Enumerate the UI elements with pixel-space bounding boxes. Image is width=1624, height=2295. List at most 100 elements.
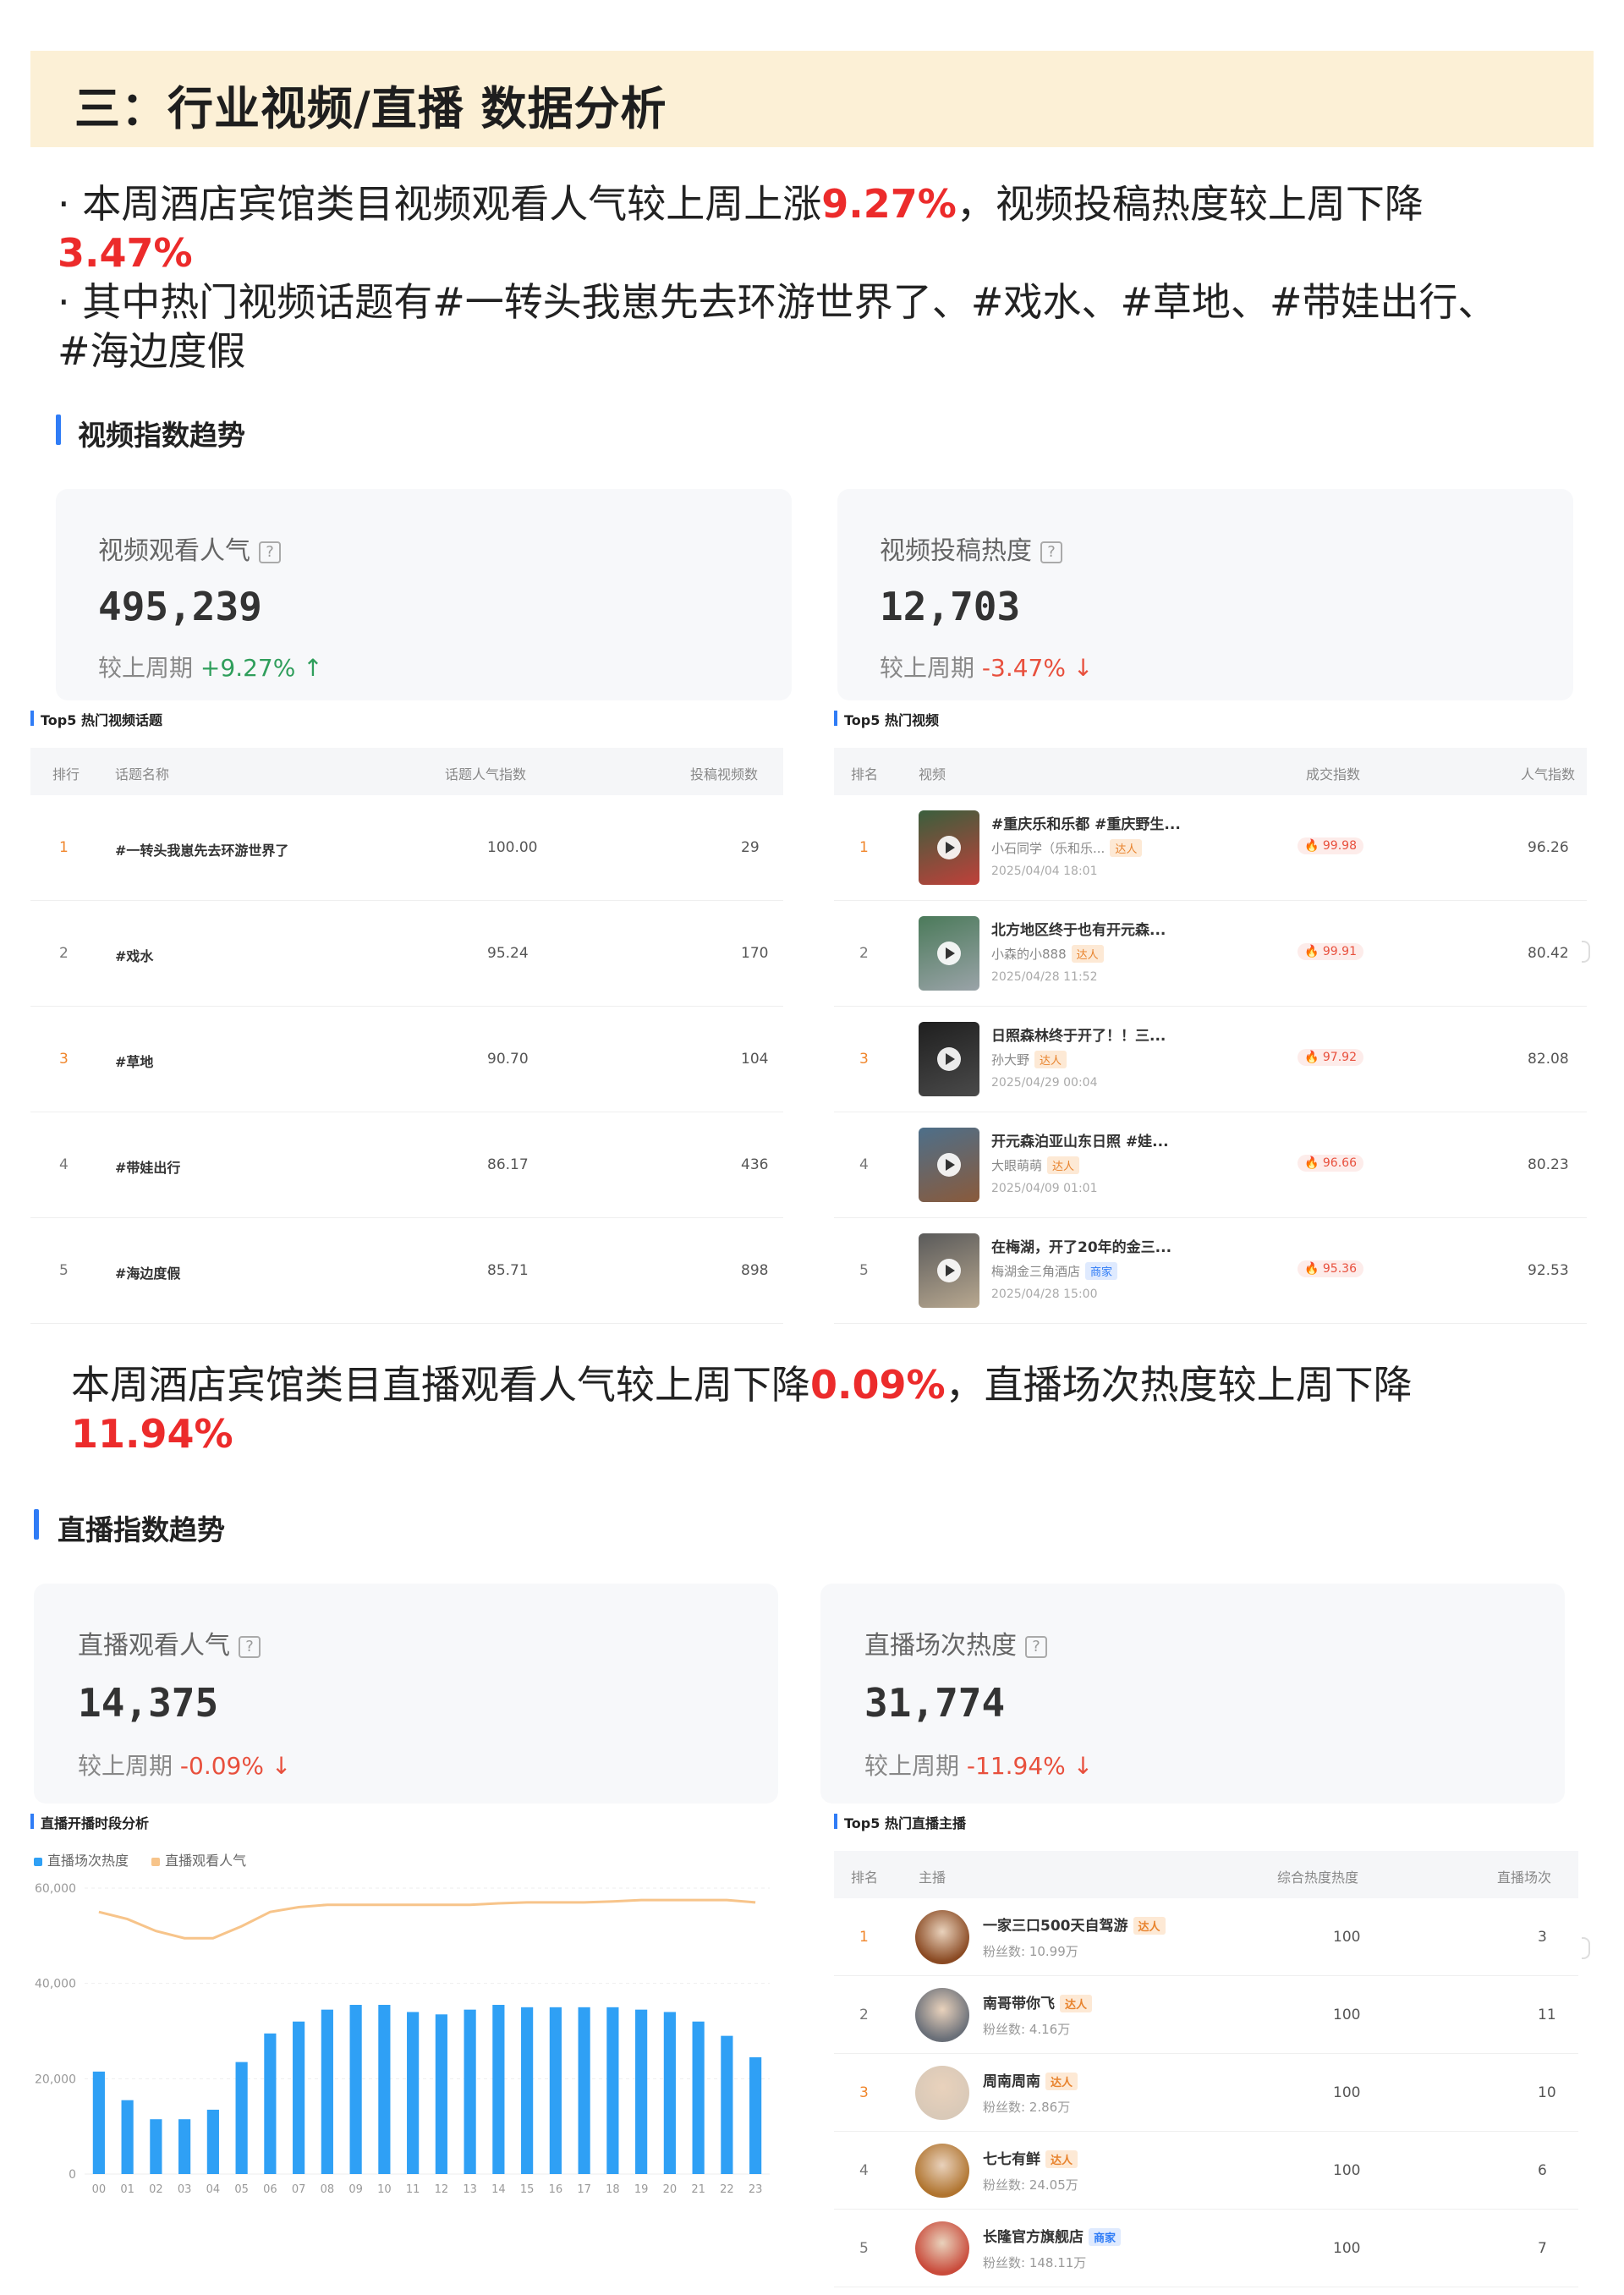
- scroll-handle[interactable]: [1582, 1937, 1590, 1959]
- table-row[interactable]: 5 在梅湖，开了20年的金三... 梅湖金三角酒店 商家 2025/04/28 15:0…: [834, 1218, 1587, 1324]
- x-tick-label: 09: [348, 2183, 363, 2196]
- play-icon[interactable]: [937, 836, 961, 859]
- anchor-sessions: 7: [1538, 2240, 1547, 2257]
- popularity-index: 92.53: [1528, 1262, 1569, 1279]
- x-tick-label: 21: [691, 2183, 705, 2196]
- arrow-down-icon: ↓: [1073, 1752, 1094, 1780]
- video-thumbnail[interactable]: [919, 916, 979, 991]
- arrow-up-icon: ↑: [303, 654, 323, 682]
- anchor-fans: 粉丝数: 148.11万: [983, 2255, 1087, 2270]
- anchor-fans: 粉丝数: 4.16万: [983, 2022, 1071, 2037]
- bar: [635, 2009, 648, 2174]
- topic-index: 95.24: [487, 945, 529, 962]
- rank-cell: 2: [59, 945, 69, 962]
- video-title[interactable]: #重庆乐和乐都 #重庆野生...: [991, 812, 1181, 833]
- avatar[interactable]: [915, 2221, 969, 2276]
- chart-accent-bar: [30, 1814, 34, 1829]
- author-badge: 达人: [1034, 1051, 1067, 1068]
- rank-cell: 5: [59, 1262, 69, 1279]
- video-thumbnail[interactable]: [919, 1233, 979, 1308]
- help-icon[interactable]: ?: [239, 1635, 261, 1658]
- anchor-name[interactable]: 七七有鲜 达人: [983, 2147, 1078, 2168]
- video-thumbnail[interactable]: [919, 810, 979, 885]
- video-title[interactable]: 在梅湖，开了20年的金三...: [991, 1235, 1171, 1256]
- arrow-down-icon: ↓: [1073, 654, 1094, 682]
- help-icon[interactable]: ?: [1040, 541, 1062, 563]
- help-icon[interactable]: ?: [1025, 1635, 1047, 1658]
- scroll-handle[interactable]: [1582, 941, 1590, 963]
- table-row[interactable]: 4 七七有鲜 达人 粉丝数: 24.05万 100 6: [834, 2132, 1578, 2210]
- play-icon[interactable]: [937, 1153, 961, 1177]
- bar: [749, 2056, 762, 2174]
- avatar[interactable]: [915, 1988, 969, 2042]
- card-label: 视频观看人气?: [98, 530, 281, 567]
- bar: [121, 2100, 134, 2174]
- x-tick-label: 03: [178, 2183, 192, 2196]
- play-icon[interactable]: [937, 942, 961, 965]
- legend-label-line: 直播观看人气: [165, 1853, 247, 1869]
- x-tick-label: 00: [92, 2183, 107, 2196]
- rank-cell: 5: [859, 2240, 869, 2257]
- avatar[interactable]: [915, 1910, 969, 1964]
- video-title[interactable]: 开元森泊亚山东日照 #娃...: [991, 1129, 1169, 1150]
- anchors-table-title: Top5 热门直播主播: [844, 1815, 966, 1831]
- topic-count: 104: [741, 1051, 769, 1068]
- topic-count: 29: [741, 839, 760, 856]
- deal-index: 95.36: [1322, 1262, 1357, 1276]
- fire-icon: 🔥: [1304, 1262, 1323, 1276]
- x-tick-label: 07: [292, 2183, 306, 2196]
- table-row[interactable]: 1 #重庆乐和乐都 #重庆野生... 小石同学（乐和乐... 达人 2025/04/04…: [834, 795, 1587, 901]
- help-icon[interactable]: ?: [259, 541, 281, 563]
- legend-swatch-line: [151, 1857, 161, 1866]
- video-title[interactable]: 北方地区终于也有开元森...: [991, 918, 1166, 939]
- video-title[interactable]: 日照森林终于开了！！三...: [991, 1024, 1166, 1045]
- bar: [264, 2033, 277, 2174]
- anchor-name[interactable]: 长隆官方旗舰店 商家: [983, 2225, 1122, 2246]
- table-row[interactable]: 2 #戏水 95.24 170: [30, 901, 783, 1007]
- topics-table-header: 排行 话题名称 话题人气指数 投稿视频数: [30, 748, 783, 795]
- x-tick-label: 20: [663, 2183, 678, 2196]
- legend-label-bars: 直播场次热度: [47, 1853, 129, 1869]
- rank-cell: 3: [859, 2084, 869, 2101]
- anchor-badge: 商家: [1089, 2228, 1122, 2246]
- table-row[interactable]: 3 #草地 90.70 104: [30, 1007, 783, 1112]
- table-row[interactable]: 3 日照森林终于开了！！三... 孙大野 达人 2025/04/29 00:04 🔥 97…: [834, 1007, 1587, 1112]
- anchor-name[interactable]: 南哥带你飞 达人: [983, 1991, 1093, 2012]
- play-icon[interactable]: [937, 1047, 961, 1071]
- author-badge: 达人: [1110, 839, 1143, 857]
- video-date: 2025/04/04 18:01: [991, 865, 1098, 878]
- table-row[interactable]: 4 开元森泊亚山东日照 #娃... 大眼萌萌 达人 2025/04/09 01:01 🔥 …: [834, 1112, 1587, 1218]
- x-tick-label: 23: [749, 2183, 763, 2196]
- deal-index: 97.92: [1322, 1051, 1357, 1064]
- card-label: 直播场次热度?: [864, 1624, 1047, 1661]
- play-icon[interactable]: [937, 1259, 961, 1282]
- popularity-index: 80.42: [1528, 945, 1569, 962]
- x-tick-label: 13: [463, 2183, 477, 2196]
- table-row[interactable]: 1 一家三口500天自驾游 达人 粉丝数: 10.99万 100 3: [834, 1898, 1578, 1976]
- table-row[interactable]: 4 #带娃出行 86.17 436: [30, 1112, 783, 1218]
- bar: [321, 2009, 333, 2174]
- bar: [435, 2014, 447, 2174]
- y-tick-label: 40,000: [35, 1978, 76, 1991]
- anchor-name[interactable]: 一家三口500天自驾游 达人: [983, 1913, 1166, 1935]
- table-row[interactable]: 3 周南周南 达人 粉丝数: 2.86万 100 10: [834, 2054, 1578, 2132]
- video-thumbnail[interactable]: [919, 1022, 979, 1096]
- y-tick-label: 60,000: [35, 1882, 76, 1896]
- table-row[interactable]: 5 #海边度假 85.71 898: [30, 1218, 783, 1324]
- table-row[interactable]: 2 北方地区终于也有开元森... 小森的小888 达人 2025/04/28 11:52…: [834, 901, 1587, 1007]
- video-thumbnail[interactable]: [919, 1128, 979, 1202]
- avatar[interactable]: [915, 2144, 969, 2198]
- topic-name: #一转头我崽先去环游世界了: [115, 843, 289, 859]
- rank-cell: 4: [859, 1156, 869, 1173]
- card-change: 较上周期 -0.09% ↓: [78, 1752, 292, 1780]
- bar: [606, 2007, 619, 2174]
- avatar[interactable]: [915, 2066, 969, 2120]
- table-row[interactable]: 2 南哥带你飞 达人 粉丝数: 4.16万 100 11: [834, 1976, 1578, 2054]
- anchor-name[interactable]: 周南周南 达人: [983, 2069, 1078, 2090]
- card-label: 直播观看人气?: [78, 1624, 261, 1661]
- table-row[interactable]: 5 长隆官方旗舰店 商家 粉丝数: 148.11万 100 7: [834, 2210, 1578, 2287]
- card-label: 视频投稿热度?: [880, 530, 1062, 567]
- table-row[interactable]: 1 #一转头我崽先去环游世界了 100.00 29: [30, 795, 783, 901]
- x-tick-label: 06: [263, 2183, 277, 2196]
- anchor-name-text: 一家三口500天自驾游: [983, 1918, 1128, 1935]
